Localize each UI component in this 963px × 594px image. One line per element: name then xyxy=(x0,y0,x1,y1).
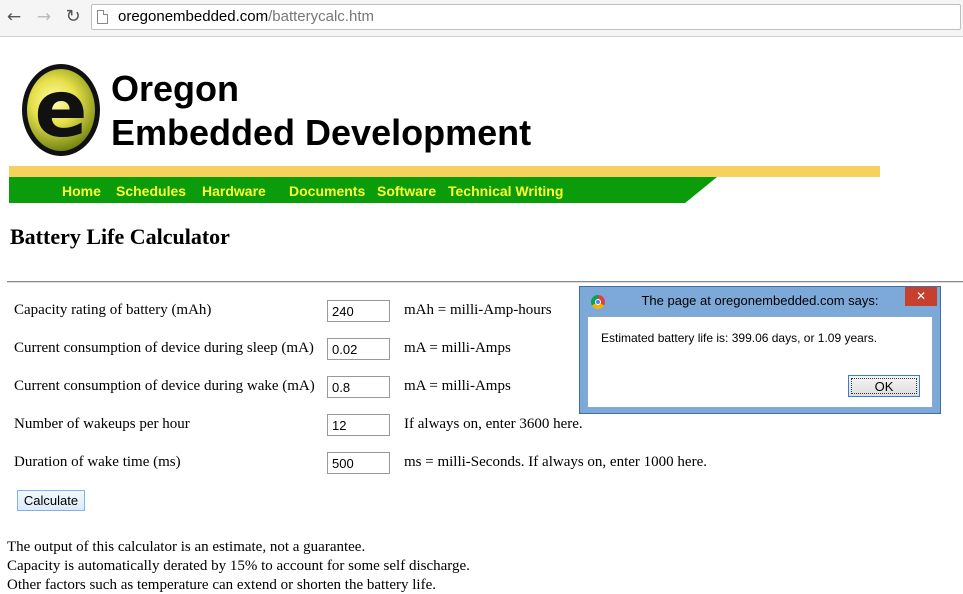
forward-arrow-icon[interactable]: → xyxy=(33,6,55,28)
dialog-title: The page at oregonembedded.com says: xyxy=(641,293,879,308)
capacity-input[interactable] xyxy=(327,300,390,322)
reload-icon[interactable]: ↻ xyxy=(62,6,84,28)
logo-letter: e xyxy=(34,65,88,155)
sleep-current-input[interactable] xyxy=(327,338,390,360)
nav-technical-writing[interactable]: Technical Writing xyxy=(448,183,563,199)
close-icon[interactable]: ✕ xyxy=(905,287,937,306)
nav-documents[interactable]: Documents xyxy=(289,183,365,199)
back-arrow-icon[interactable]: ← xyxy=(3,6,25,28)
alert-dialog: The page at oregonembedded.com says: ✕ E… xyxy=(579,286,941,414)
footer-line-3: Other factors such as temperature can ex… xyxy=(7,577,436,593)
footer-line-1: The output of this calculator is an esti… xyxy=(7,539,366,555)
wakeups-input[interactable] xyxy=(327,414,390,436)
url-path: /batterycalc.htm xyxy=(268,8,374,25)
wake-duration-label: Duration of wake time (ms) xyxy=(14,454,181,470)
wakeups-label: Number of wakeups per hour xyxy=(14,416,190,432)
wake-current-input[interactable] xyxy=(327,376,390,398)
nav-software[interactable]: Software xyxy=(377,183,436,199)
divider xyxy=(7,281,963,283)
wake-current-label: Current consumption of device during wak… xyxy=(14,378,315,394)
sleep-current-label: Current consumption of device during sle… xyxy=(14,340,314,356)
brand-line-2: Embedded Development xyxy=(111,112,532,153)
wake-current-note: mA = milli-Amps xyxy=(404,378,511,394)
brand-name: Oregon Embedded Development xyxy=(111,67,531,155)
nav-home[interactable]: Home xyxy=(62,183,101,199)
nav-schedules[interactable]: Schedules xyxy=(116,183,186,199)
capacity-label: Capacity rating of battery (mAh) xyxy=(14,302,212,318)
capacity-note: mAh = milli-Amp-hours xyxy=(404,302,552,318)
site-logo: e xyxy=(22,64,100,156)
browser-toolbar: ← → ↻ oregonembedded.com/batterycalc.htm xyxy=(0,0,963,37)
dialog-body: Estimated battery life is: 399.06 days, … xyxy=(587,316,933,408)
calculate-button[interactable]: Calculate xyxy=(17,490,85,511)
footer-line-2: Capacity is automatically derated by 15%… xyxy=(7,558,470,574)
dialog-message: Estimated battery life is: 399.06 days, … xyxy=(601,331,878,345)
page-title: Battery Life Calculator xyxy=(10,224,230,249)
address-bar[interactable]: oregonembedded.com/batterycalc.htm xyxy=(91,4,961,30)
wake-duration-input[interactable] xyxy=(327,452,390,474)
url-text: oregonembedded.com/batterycalc.htm xyxy=(118,8,374,25)
brand-line-1: Oregon xyxy=(111,68,240,109)
nav-hardware[interactable]: Hardware xyxy=(202,183,266,199)
nav-stripe xyxy=(9,166,880,177)
wakeups-note: If always on, enter 3600 here. xyxy=(404,416,583,432)
wake-duration-note: ms = milli-Seconds. If always on, enter … xyxy=(404,454,707,470)
sleep-current-note: mA = milli-Amps xyxy=(404,340,511,356)
ok-button[interactable]: OK xyxy=(848,375,920,397)
page-icon xyxy=(97,10,108,24)
url-domain: oregonembedded.com xyxy=(118,8,269,25)
